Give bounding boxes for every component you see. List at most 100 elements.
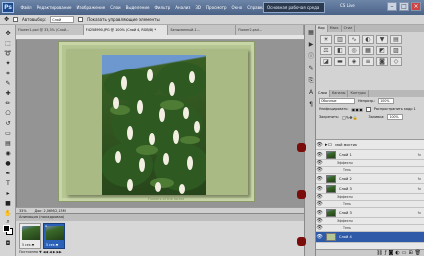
adjustment-layer-icon[interactable]: ◐ <box>395 250 399 256</box>
visibility-eye-icon[interactable]: 👁 <box>316 152 323 158</box>
tab-channels[interactable]: Каналы <box>330 90 349 97</box>
opacity-field[interactable]: 100% <box>378 98 395 104</box>
visibility-eye-icon[interactable]: 👁 <box>316 194 323 200</box>
type-icon[interactable]: T <box>3 179 13 188</box>
dodge-icon[interactable]: ● <box>3 159 13 168</box>
visibility-eye-icon[interactable]: 👁 <box>316 160 323 166</box>
menu-edit[interactable]: Редактирование <box>34 5 74 10</box>
visibility-eye-icon[interactable]: 👁 <box>316 218 323 224</box>
layer-row[interactable]: 👁 Слой 2 fx <box>316 174 424 184</box>
gradient-map-icon[interactable]: ▬ <box>334 57 346 66</box>
blend-mode-select[interactable]: Обычные <box>319 98 355 104</box>
effect-row[interactable]: 👁 Эффекты <box>316 160 424 167</box>
effect-row[interactable]: 👁 Эффекты <box>316 194 424 201</box>
menu-file[interactable]: Файл <box>18 5 34 10</box>
clone-stamp-icon[interactable]: ⎔ <box>3 109 13 118</box>
menu-3d[interactable]: 3D <box>193 5 204 10</box>
history-brush-icon[interactable]: ↺ <box>3 119 13 128</box>
visibility-eye-icon[interactable]: 👁 <box>316 234 323 240</box>
layer-row[interactable]: 👁 Слой 3 fx <box>316 184 424 194</box>
threshold-icon[interactable]: ◪ <box>320 57 332 66</box>
exposure-icon[interactable]: ◐ <box>362 35 374 44</box>
foreground-color-swatch[interactable] <box>3 225 10 232</box>
path-selection-icon[interactable]: ▸ <box>3 189 13 198</box>
menu-layers[interactable]: Слои <box>108 5 123 10</box>
tab-document-2[interactable]: F4258990.JPG @ 100% (Слой 4, RGB/8) * <box>83 25 169 35</box>
mask-icon[interactable]: ◙ <box>376 57 388 66</box>
preset-icon[interactable]: ≡ <box>362 57 374 66</box>
tab-document-3[interactable]: Безымянный-1... <box>168 25 237 35</box>
workspace-button[interactable]: Основная рабочая среда <box>263 2 325 13</box>
visibility-eye-icon[interactable]: 👁 <box>316 142 323 148</box>
tab-masks[interactable]: Маск <box>328 25 342 32</box>
frame-duration[interactable]: 5 сек.▼ <box>46 243 58 247</box>
pen-icon[interactable]: ✒ <box>3 169 13 178</box>
new-layer-icon[interactable]: ⊞ <box>408 250 412 256</box>
photo-filter-icon[interactable]: ◎ <box>348 46 360 55</box>
effect-row[interactable]: 👁 Эффекты <box>316 218 424 225</box>
marquee-icon[interactable]: ⬚ <box>3 39 13 48</box>
layer-row[interactable]: 👁 ▸▭ мой мостик <box>316 140 424 150</box>
menu-image[interactable]: Изображение <box>74 5 108 10</box>
black-white-icon[interactable]: ◧ <box>334 46 346 55</box>
tab-adjustments[interactable]: Кор <box>316 25 328 32</box>
effect-row[interactable]: 👁 Тень <box>316 167 424 174</box>
layer-fx-badge[interactable]: fx <box>418 187 421 191</box>
new-group-icon[interactable]: ▭ <box>402 250 407 256</box>
show-controls-checkbox[interactable] <box>78 17 84 22</box>
visibility-eye-icon[interactable]: 👁 <box>316 186 323 192</box>
frame-duration[interactable]: 5 сек.▼ <box>22 243 34 247</box>
gradient-icon[interactable]: ▤ <box>3 139 13 148</box>
fill-field[interactable]: 100% <box>387 114 404 120</box>
visibility-eye-icon[interactable]: 👁 <box>316 210 323 216</box>
shape-icon[interactable]: ■ <box>3 199 13 208</box>
tab-document-1[interactable]: Flower1.psd @ 33,3% (Слой... <box>16 25 84 35</box>
tab-paths[interactable]: Контуры <box>348 90 369 97</box>
history-icon[interactable]: ▦ <box>307 29 315 37</box>
invert-icon[interactable]: ◩ <box>376 46 388 55</box>
quick-mask-icon[interactable]: ◘ <box>3 239 13 248</box>
minimize-icon[interactable]: – <box>387 2 397 11</box>
maximize-icon[interactable]: □ <box>399 2 409 11</box>
lock-icons[interactable]: □✎✥🔒 <box>342 115 357 120</box>
menu-select[interactable]: Выделение <box>123 5 152 10</box>
trash-icon[interactable]: 🗑 <box>415 250 421 256</box>
selective-color-icon[interactable]: ◈ <box>348 57 360 66</box>
unify-icons[interactable]: ▣▣▣ <box>352 107 363 112</box>
curves-icon[interactable]: ∿ <box>348 35 360 44</box>
layer-fx-badge[interactable]: fx <box>418 211 421 215</box>
lasso-icon[interactable]: ➰ <box>3 49 13 58</box>
menu-window[interactable]: Окно <box>229 5 245 10</box>
healing-brush-icon[interactable]: ✚ <box>3 89 13 98</box>
move-tool-icon[interactable]: ✥ <box>4 16 9 23</box>
menu-view[interactable]: Просмотр <box>204 5 230 10</box>
autoselect-checkbox[interactable] <box>13 17 19 22</box>
animation-controls[interactable]: Постоянно ▼ ◀◀ ◀ ▶ ▶▶ <box>19 250 62 254</box>
brush-icon[interactable]: ✏ <box>3 99 13 108</box>
tab-styles[interactable]: Стил <box>342 25 356 32</box>
propagate-checkbox[interactable] <box>365 106 371 112</box>
move-icon[interactable]: ✥ <box>3 29 13 38</box>
posterize-icon[interactable]: ▨ <box>390 46 402 55</box>
layer-fx-badge[interactable]: fx <box>418 153 421 157</box>
visibility-eye-icon[interactable]: 👁 <box>316 201 323 207</box>
close-icon[interactable]: × <box>411 2 421 11</box>
clone-source-icon[interactable]: ⎘ <box>307 77 315 85</box>
eraser-icon[interactable]: ▭ <box>3 129 13 138</box>
brushes-icon[interactable]: ✎ <box>307 65 315 73</box>
tab-layers[interactable]: Слои <box>316 90 330 97</box>
paragraph-icon[interactable]: ¶ <box>307 101 315 109</box>
eyedropper-icon[interactable]: ✎ <box>3 79 13 88</box>
tab-document-4[interactable]: Flower2.psd... <box>236 25 304 35</box>
cs-live-button[interactable]: CS Live <box>340 3 355 8</box>
color-balance-icon[interactable]: ⚖ <box>320 46 332 55</box>
layer-fx-badge[interactable]: fx <box>418 177 421 181</box>
info-icon[interactable]: ⓘ <box>307 53 315 61</box>
autoselect-select[interactable]: Слой <box>50 16 75 23</box>
menu-filter[interactable]: Фильтр <box>152 5 173 10</box>
effect-row[interactable]: 👁 Тень <box>316 225 424 232</box>
layer-row[interactable]: 👁 Слой 1 fx <box>316 150 424 160</box>
layer-row-selected[interactable]: 👁 Слой 4 <box>316 232 424 243</box>
visibility-eye-icon[interactable]: 👁 <box>316 225 323 231</box>
channel-mixer-icon[interactable]: ▦ <box>362 46 374 55</box>
